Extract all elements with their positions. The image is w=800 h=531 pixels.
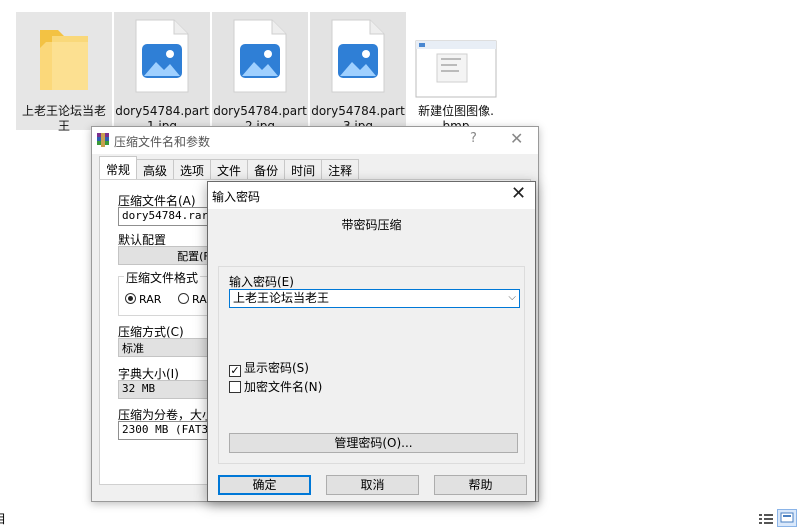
help-question-icon[interactable]: ?: [470, 131, 477, 146]
tab-comment[interactable]: 注释: [321, 159, 360, 179]
password-dialog-titlebar: 输入密码 ✕: [208, 182, 535, 209]
password-dialog-subtitle: 带密码压缩: [341, 218, 402, 232]
profile-button[interactable]: 配置(F): [118, 246, 218, 265]
encrypt-filenames-checkbox[interactable]: 加密文件名(N): [229, 378, 322, 395]
cancel-button[interactable]: 取消: [326, 475, 419, 495]
bitmap-thumbnail-icon: [415, 40, 497, 98]
method-select[interactable]: 标准: [118, 338, 218, 357]
close-icon[interactable]: ✕: [510, 129, 523, 148]
password-label: 输入密码(E): [229, 275, 294, 289]
left-edge-text: 目: [0, 512, 7, 526]
tab-advanced[interactable]: 高级: [136, 159, 175, 179]
password-dialog: 输入密码 ✕ 带密码压缩 输入密码(E) 上老王论坛当老王 ⌵ ✓ 显示密码(S)…: [207, 181, 536, 502]
manage-passwords-button[interactable]: 管理密码(O)...: [229, 433, 518, 453]
format-rar-radio[interactable]: RAR: [125, 293, 161, 306]
desktop-file-part1[interactable]: dory54784.part 1.jpg: [114, 12, 210, 132]
password-groupbox: 输入密码(E) 上老王论坛当老王 ⌵ ✓ 显示密码(S) 加密文件名(N) 管理密…: [218, 266, 525, 464]
split-input[interactable]: 2300 MB (FAT32: [118, 421, 218, 440]
desktop-file-part2[interactable]: dory54784.part 2.jpg: [212, 12, 308, 132]
tab-files[interactable]: 文件: [210, 159, 249, 179]
desktop-file-folder[interactable]: 上老王论坛当老 王: [16, 12, 112, 132]
help-button[interactable]: 帮助: [434, 475, 527, 495]
tab-general[interactable]: 常规: [99, 156, 138, 180]
archive-dialog-title: 压缩文件名和参数: [114, 135, 211, 149]
desktop-file-part3[interactable]: dory54784.part 3.jpg: [310, 12, 406, 132]
archive-name-input[interactable]: dory54784.rar: [118, 207, 218, 226]
chevron-down-icon[interactable]: ⌵: [508, 290, 516, 305]
image-file-icon: [135, 19, 189, 93]
desktop-file-bmp[interactable]: 新建位图图像. bmp: [408, 12, 504, 132]
radio-selected-icon: [125, 293, 136, 304]
dict-select[interactable]: 32 MB: [118, 380, 218, 399]
password-input[interactable]: 上老王论坛当老王 ⌵: [229, 289, 520, 308]
details-view-icon[interactable]: [758, 512, 774, 526]
radio-icon: [178, 293, 189, 304]
ok-button[interactable]: 确定: [218, 475, 311, 495]
checkbox-icon: [229, 381, 241, 393]
image-file-icon: [233, 19, 287, 93]
archive-tabs: 常规 高级 选项 文件 备份 时间 注释: [99, 156, 360, 180]
large-icons-view-icon[interactable]: [777, 509, 797, 527]
tab-options[interactable]: 选项: [173, 159, 212, 179]
show-password-checkbox[interactable]: ✓ 显示密码(S): [229, 359, 309, 377]
tab-time[interactable]: 时间: [284, 159, 323, 179]
password-value: 上老王论坛当老王: [233, 291, 330, 305]
folder-icon: [40, 30, 88, 90]
image-file-icon: [331, 19, 385, 93]
checkbox-checked-icon: ✓: [229, 364, 241, 377]
tab-backup[interactable]: 备份: [247, 159, 286, 179]
close-icon[interactable]: ✕: [511, 183, 526, 204]
winrar-icon: [97, 133, 109, 147]
format-group-label: 压缩文件格式: [124, 269, 201, 286]
password-dialog-title: 输入密码: [212, 190, 261, 204]
archive-dialog-titlebar: 压缩文件名和参数 ? ✕: [92, 127, 538, 154]
